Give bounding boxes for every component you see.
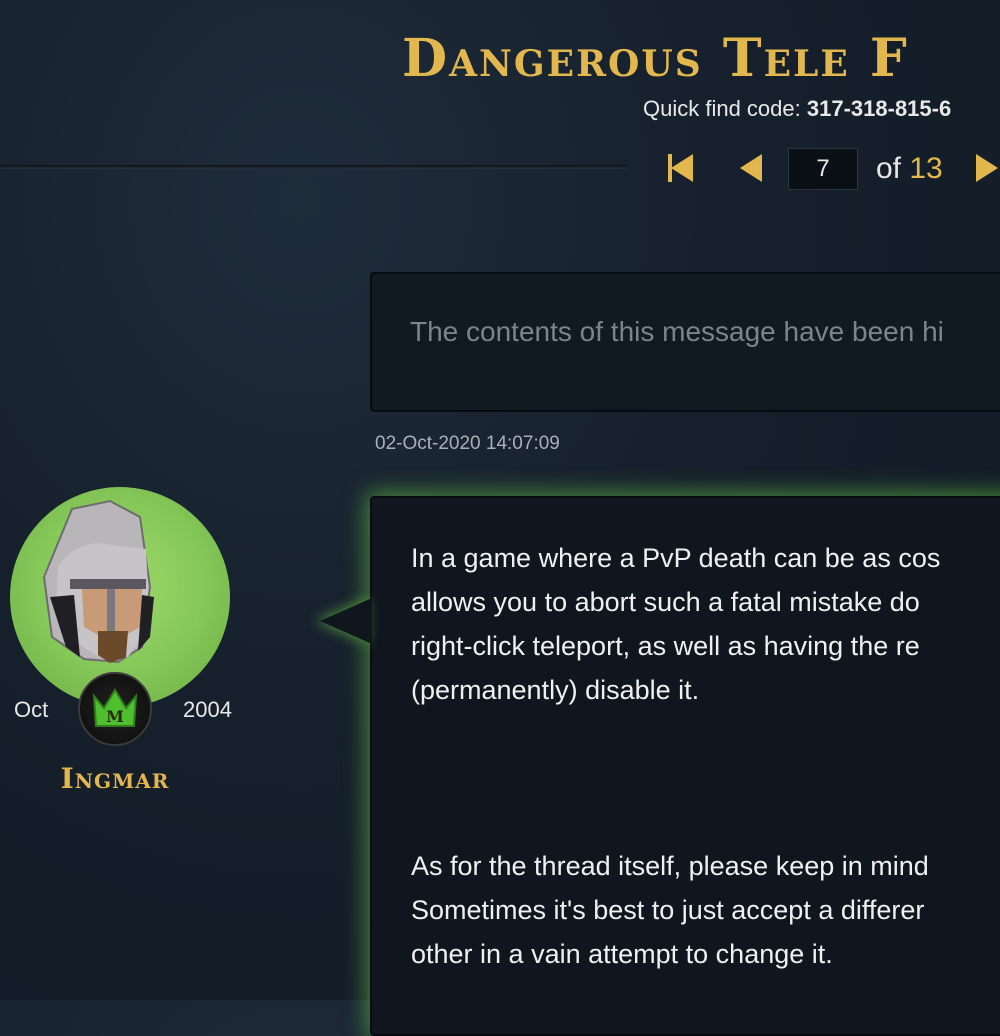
page-count: of 13 xyxy=(876,152,943,186)
post-line: allows you to abort such a fatal mistake… xyxy=(411,587,920,617)
post-line: (permanently) disable it. xyxy=(411,675,700,705)
joined-month: Oct xyxy=(14,697,49,722)
crown-badge-icon: M xyxy=(78,672,152,746)
post-line: other in a vain attempt to change it. xyxy=(411,939,833,969)
next-page-icon[interactable] xyxy=(976,154,998,182)
post-paragraph: In a game where a PvP death can be as co… xyxy=(411,536,940,712)
joined-year: 2004 xyxy=(183,697,232,722)
header-divider xyxy=(0,165,628,169)
hidden-message-text: The contents of this message have been h… xyxy=(410,316,944,347)
quick-find-label: Quick find code: xyxy=(643,96,801,121)
quick-find-code: Quick find code: 317-318-815-6 xyxy=(643,96,951,122)
total-pages-link[interactable]: 13 xyxy=(909,152,942,185)
quick-find-value[interactable]: 317-318-815-6 xyxy=(807,96,951,121)
prev-page-icon[interactable] xyxy=(740,154,762,182)
thread-title: Dangerous Tele F xyxy=(402,28,909,89)
post-pointer xyxy=(320,598,372,644)
badge-letter: M xyxy=(106,707,124,726)
post-line: Sometimes it's best to just accept a dif… xyxy=(411,895,925,925)
post-paragraph: As for the thread itself, please keep in… xyxy=(411,844,929,976)
post-line: As for the thread itself, please keep in… xyxy=(411,851,929,881)
post-timestamp: 02-Oct-2020 14:07:09 xyxy=(375,433,560,454)
post-line: right-click teleport, as well as having … xyxy=(411,631,920,661)
post-line: In a game where a PvP death can be as co… xyxy=(411,543,941,573)
author-name[interactable]: Ingmar xyxy=(0,762,230,795)
page-number-input[interactable] xyxy=(788,148,858,190)
of-label: of xyxy=(876,152,902,185)
